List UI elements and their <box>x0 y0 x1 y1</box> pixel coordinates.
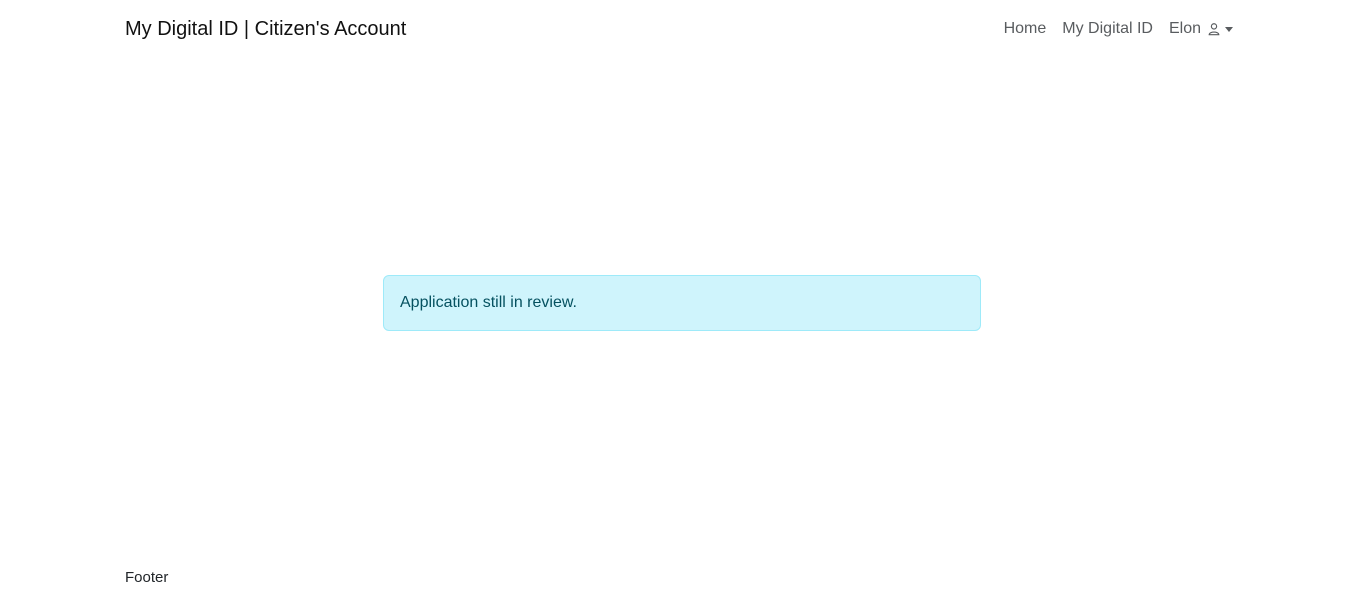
page: My Digital ID | Citizen's Account Home M… <box>0 0 1366 607</box>
alert-message: Application still in review. <box>400 294 577 311</box>
user-name: Elon <box>1168 20 1201 37</box>
footer-text: Footer <box>125 569 169 586</box>
person-icon <box>1207 22 1221 36</box>
nav-link-home[interactable]: Home <box>1004 20 1047 38</box>
nav-links: Home My Digital ID Elon <box>1004 20 1233 38</box>
nav-link-my-digital-id[interactable]: My Digital ID <box>1062 20 1153 38</box>
caret-down-icon <box>1225 26 1233 32</box>
navbar: My Digital ID | Citizen's Account Home M… <box>125 0 1233 58</box>
user-dropdown-toggle[interactable]: Elon <box>1169 20 1233 38</box>
status-alert: Application still in review. <box>383 275 981 331</box>
footer: Footer <box>125 569 168 586</box>
navbar-brand[interactable]: My Digital ID | Citizen's Account <box>125 18 406 41</box>
